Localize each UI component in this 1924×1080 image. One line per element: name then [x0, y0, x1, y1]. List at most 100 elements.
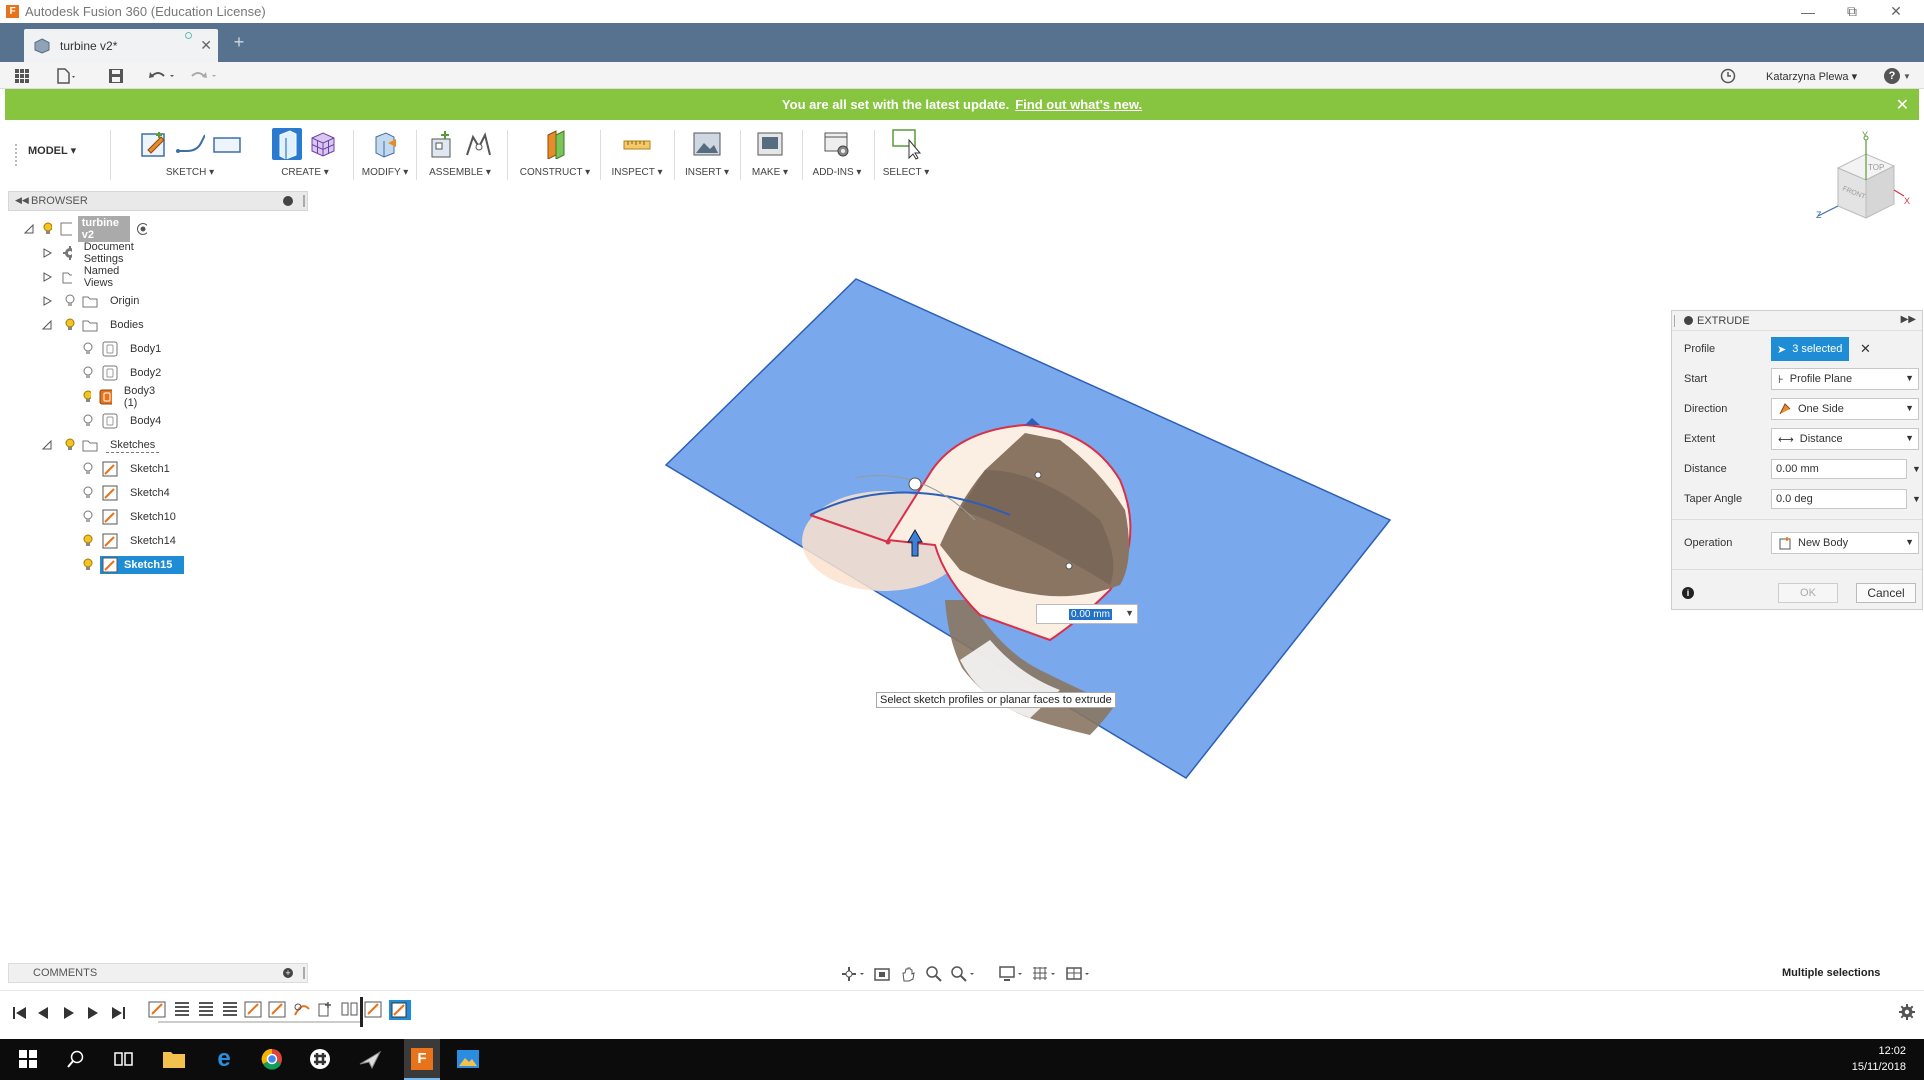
- tree-label[interactable]: Body4: [126, 414, 165, 428]
- addins-group-label[interactable]: ADD-INS ▾: [813, 167, 862, 178]
- visibility-bulb-icon[interactable]: [82, 558, 94, 572]
- new-component-button[interactable]: [427, 128, 457, 160]
- select-group-label[interactable]: SELECT ▾: [883, 167, 930, 178]
- taskbar-chrome[interactable]: [258, 1045, 286, 1073]
- cancel-button[interactable]: Cancel: [1856, 583, 1916, 603]
- tree-row-named-views[interactable]: Named Views: [42, 264, 130, 290]
- press-pull-button[interactable]: [370, 128, 400, 160]
- new-tab-button[interactable]: +: [228, 31, 250, 53]
- timeline-extrude-icon[interactable]: [220, 999, 240, 1019]
- expanded-triangle-icon[interactable]: [24, 224, 34, 234]
- zoom-icon[interactable]: [925, 965, 943, 983]
- visibility-bulb-icon[interactable]: [42, 222, 53, 236]
- tree-row-sketch4[interactable]: Sketch4: [82, 483, 174, 503]
- close-tab-icon[interactable]: ✕: [200, 37, 212, 54]
- make-group-label[interactable]: MAKE ▾: [752, 167, 788, 178]
- tree-row-origin[interactable]: Origin: [42, 291, 143, 311]
- viewports-icon[interactable]: [1065, 965, 1090, 983]
- tree-label[interactable]: Named Views: [80, 264, 130, 290]
- dialog-options-icon[interactable]: [1684, 316, 1693, 325]
- timeline-sketch-icon[interactable]: [244, 999, 264, 1019]
- expanded-triangle-icon[interactable]: [42, 320, 52, 330]
- timeline-extrude-icon[interactable]: [196, 999, 216, 1019]
- 3d-viewport[interactable]: [0, 190, 1924, 988]
- taskbar-file-explorer[interactable]: [160, 1045, 188, 1073]
- timeline-pattern-icon[interactable]: [340, 999, 360, 1019]
- expand-dialog-icon[interactable]: ▶▶: [1901, 314, 1916, 325]
- timeline-sketch-icon[interactable]: [148, 999, 168, 1019]
- scripts-addins-button[interactable]: [822, 128, 852, 160]
- undo-button[interactable]: [148, 66, 176, 86]
- comments-resize-grip[interactable]: [303, 967, 305, 979]
- distance-dimension-input[interactable]: 0.00 mm ▼: [1036, 604, 1138, 624]
- operation-select[interactable]: New Body ▼: [1771, 532, 1919, 554]
- user-account-menu[interactable]: Katarzyna Plewa ▾: [1766, 66, 1857, 86]
- visibility-bulb-off-icon[interactable]: [64, 294, 76, 308]
- tree-row-document-settings[interactable]: Document Settings: [42, 240, 144, 266]
- visibility-bulb-off-icon[interactable]: [82, 366, 94, 380]
- ok-button[interactable]: OK: [1778, 583, 1838, 603]
- orbit-icon[interactable]: [840, 965, 865, 983]
- joint-button[interactable]: [463, 128, 493, 160]
- start-select[interactable]: ⊦ Profile Plane ▼: [1771, 368, 1919, 390]
- look-at-icon[interactable]: [873, 965, 891, 983]
- tree-label[interactable]: Body3 (1): [120, 384, 165, 410]
- comments-panel-header[interactable]: COMMENTS +: [8, 963, 308, 983]
- redo-button[interactable]: [190, 66, 218, 86]
- tree-row-sketch14[interactable]: Sketch14: [82, 531, 180, 551]
- tree-row-sketch15[interactable]: Sketch15: [82, 555, 185, 575]
- sketch-point[interactable]: [1034, 471, 1042, 479]
- profile-selection-button[interactable]: ➤ 3 selected: [1771, 337, 1849, 361]
- direction-select[interactable]: One Side ▼: [1771, 398, 1919, 420]
- grid-settings-icon[interactable]: [1031, 965, 1056, 983]
- extrude-dialog-header[interactable]: EXTRUDE ▶▶: [1672, 311, 1922, 331]
- rotate-manipulator-handle[interactable]: [908, 477, 922, 491]
- info-icon[interactable]: i: [1682, 587, 1694, 599]
- tree-label[interactable]: Sketches: [106, 438, 160, 453]
- sketch-point[interactable]: [1065, 562, 1073, 570]
- taskbar-app[interactable]: [356, 1045, 384, 1073]
- data-panel-button[interactable]: [14, 66, 30, 86]
- close-window-button[interactable]: ✕: [1874, 0, 1918, 23]
- add-comment-icon[interactable]: +: [283, 968, 293, 978]
- taskbar-photos[interactable]: [454, 1045, 482, 1073]
- distance-input[interactable]: 0.00 mm: [1771, 459, 1907, 479]
- visibility-bulb-off-icon[interactable]: [82, 486, 94, 500]
- visibility-bulb-icon[interactable]: [82, 390, 92, 404]
- select-button[interactable]: [891, 128, 921, 160]
- tree-row-sketch10[interactable]: Sketch10: [82, 507, 180, 527]
- collapsed-triangle-icon[interactable]: [42, 272, 52, 282]
- collapsed-triangle-icon[interactable]: [42, 296, 52, 306]
- minimize-button[interactable]: —: [1786, 0, 1830, 23]
- search-button[interactable]: [62, 1045, 90, 1073]
- browser-root-row[interactable]: turbine v2: [24, 216, 148, 242]
- visibility-bulb-off-icon[interactable]: [82, 342, 94, 356]
- close-banner-icon[interactable]: ✕: [1896, 95, 1909, 115]
- system-clock[interactable]: 12:02 15/11/2018: [1852, 1043, 1906, 1075]
- selected-sketch-highlight[interactable]: Sketch15: [100, 556, 185, 574]
- tree-label[interactable]: Document Settings: [80, 240, 144, 266]
- tree-row-sketch1[interactable]: Sketch1: [82, 459, 174, 479]
- browser-resize-grip[interactable]: [303, 195, 305, 207]
- visibility-bulb-icon[interactable]: [82, 534, 94, 548]
- dialog-grip[interactable]: [1674, 315, 1676, 327]
- activate-radio-icon[interactable]: [136, 222, 148, 236]
- home-view-icon[interactable]: [1863, 135, 1869, 141]
- timeline-sketch-icon[interactable]: [268, 999, 288, 1019]
- inspect-group-label[interactable]: INSPECT ▾: [612, 167, 663, 178]
- finish-sketch-button[interactable]: [175, 128, 205, 160]
- extent-select[interactable]: ⟷ Distance ▼: [1771, 428, 1919, 450]
- display-settings-icon[interactable]: [998, 965, 1023, 983]
- measure-button[interactable]: [622, 128, 652, 160]
- pan-hand-icon[interactable]: [899, 965, 917, 983]
- tree-row-body2[interactable]: Body2: [82, 363, 165, 383]
- help-button[interactable]: ? ▼: [1884, 66, 1911, 86]
- create-sketch-button[interactable]: [139, 128, 169, 160]
- toolbar-grip[interactable]: [15, 144, 18, 166]
- tree-label[interactable]: Sketch1: [126, 462, 174, 476]
- timeline-marker[interactable]: [360, 997, 363, 1027]
- taskbar-slack[interactable]: [306, 1045, 334, 1073]
- tree-label[interactable]: Sketch14: [126, 534, 180, 548]
- construct-group-label[interactable]: CONSTRUCT ▾: [520, 167, 590, 178]
- tree-label[interactable]: Sketch15: [124, 559, 172, 571]
